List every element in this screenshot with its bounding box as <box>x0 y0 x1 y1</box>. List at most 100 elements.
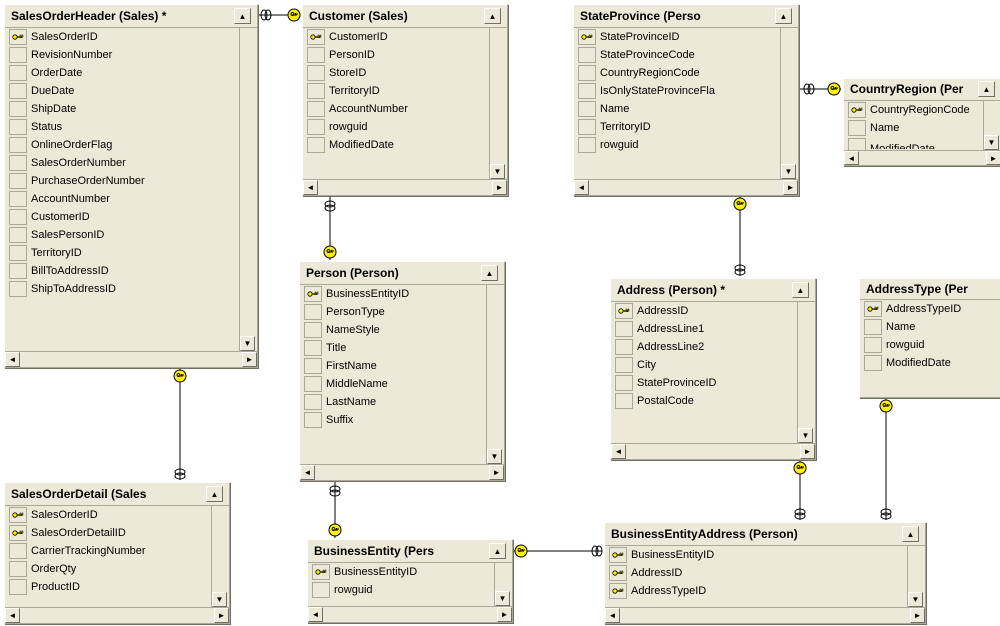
column-row[interactable]: StoreID <box>305 64 489 82</box>
column-row[interactable]: Name <box>576 100 780 118</box>
scroll-right-button[interactable]: ► <box>497 607 512 622</box>
column-row[interactable]: OnlineOrderFlag <box>7 136 239 154</box>
horizontal-scrollbar[interactable]: ◄► <box>574 179 798 195</box>
scroll-track[interactable] <box>20 608 214 623</box>
scroll-left-button[interactable]: ◄ <box>303 180 318 195</box>
table-title[interactable]: SalesOrderHeader (Sales) *▲ <box>5 5 257 28</box>
scroll-right-button[interactable]: ► <box>489 465 504 480</box>
column-row[interactable]: TerritoryID <box>305 82 489 100</box>
column-row[interactable]: RevisionNumber <box>7 46 239 64</box>
vertical-scrollbar[interactable]: ▼ <box>211 506 227 607</box>
scroll-track[interactable] <box>323 607 497 622</box>
column-row[interactable]: NameStyle <box>302 321 486 339</box>
column-row[interactable]: ModifiedDate <box>846 137 983 151</box>
column-row[interactable]: OrderQty <box>7 560 211 578</box>
table-addresstype[interactable]: AddressType (PerAddressTypeIDNamerowguid… <box>859 278 1000 398</box>
horizontal-scrollbar[interactable]: ◄► <box>300 464 504 480</box>
column-row[interactable]: AddressID <box>613 302 797 320</box>
horizontal-scrollbar[interactable]: ◄► <box>5 607 229 623</box>
horizontal-scrollbar[interactable]: ◄► <box>308 606 512 622</box>
column-row[interactable]: BusinessEntityID <box>607 546 907 564</box>
table-title[interactable]: BusinessEntityAddress (Person)▲ <box>605 523 925 546</box>
scroll-down-button[interactable]: ▼ <box>495 591 510 606</box>
column-row[interactable]: Name <box>846 119 983 137</box>
table-title[interactable]: Person (Person)▲ <box>300 262 504 285</box>
horizontal-scrollbar[interactable]: ◄► <box>605 607 925 623</box>
scroll-track[interactable] <box>626 444 800 459</box>
scroll-right-button[interactable]: ► <box>910 608 925 623</box>
table-title[interactable]: Address (Person) *▲ <box>611 279 815 302</box>
horizontal-scrollbar[interactable]: ◄► <box>303 179 507 195</box>
column-row[interactable]: CustomerID <box>7 208 239 226</box>
column-row[interactable]: PersonID <box>305 46 489 64</box>
column-row[interactable]: rowguid <box>576 136 780 154</box>
column-row[interactable]: CustomerID <box>305 28 489 46</box>
scroll-up-button[interactable]: ▲ <box>489 543 506 559</box>
column-row[interactable]: TerritoryID <box>576 118 780 136</box>
column-row[interactable]: StateProvinceID <box>576 28 780 46</box>
scroll-right-button[interactable]: ► <box>783 180 798 195</box>
scroll-right-button[interactable]: ► <box>214 608 229 623</box>
column-row[interactable]: PurchaseOrderNumber <box>7 172 239 190</box>
table-address[interactable]: Address (Person) *▲AddressIDAddressLine1… <box>610 278 816 460</box>
scroll-track[interactable] <box>315 465 489 480</box>
column-row[interactable]: BusinessEntityID <box>310 563 494 581</box>
column-row[interactable]: IsOnlyStateProvinceFla <box>576 82 780 100</box>
scroll-down-button[interactable]: ▼ <box>240 336 255 351</box>
vertical-scrollbar[interactable]: ▼ <box>983 101 999 151</box>
column-row[interactable]: ShipToAddressID <box>7 280 239 298</box>
scroll-up-button[interactable]: ▲ <box>481 265 498 281</box>
column-row[interactable]: Status <box>7 118 239 136</box>
column-row[interactable]: PostalCode <box>613 392 797 410</box>
vertical-scrollbar[interactable]: ▼ <box>489 28 505 179</box>
column-row[interactable]: ModifiedDate <box>862 354 999 372</box>
scroll-left-button[interactable]: ◄ <box>574 180 589 195</box>
scroll-left-button[interactable]: ◄ <box>605 608 620 623</box>
column-row[interactable]: Name <box>862 318 999 336</box>
scroll-up-button[interactable]: ▲ <box>484 8 501 24</box>
table-title[interactable]: SalesOrderDetail (Sales▲ <box>5 483 229 506</box>
column-row[interactable]: OrderDate <box>7 64 239 82</box>
column-row[interactable]: AddressTypeID <box>607 582 907 600</box>
vertical-scrollbar[interactable]: ▼ <box>780 28 796 179</box>
column-row[interactable]: BillToAddressID <box>7 262 239 280</box>
scroll-left-button[interactable]: ◄ <box>300 465 315 480</box>
column-row[interactable]: rowguid <box>305 118 489 136</box>
column-row[interactable]: BusinessEntityID <box>302 285 486 303</box>
scroll-down-button[interactable]: ▼ <box>781 164 796 179</box>
column-row[interactable]: SalesOrderID <box>7 506 211 524</box>
column-row[interactable]: SalesOrderDetailID <box>7 524 211 542</box>
vertical-scrollbar[interactable]: ▼ <box>239 28 255 351</box>
table-salesorderheader[interactable]: SalesOrderHeader (Sales) *▲SalesOrderIDR… <box>4 4 258 368</box>
vertical-scrollbar[interactable]: ▼ <box>797 302 813 443</box>
column-row[interactable]: City <box>613 356 797 374</box>
scroll-track[interactable] <box>318 180 492 195</box>
scroll-track[interactable] <box>20 352 242 367</box>
column-row[interactable]: DueDate <box>7 82 239 100</box>
table-title[interactable]: AddressType (Per <box>860 279 1000 300</box>
table-salesorderdetail[interactable]: SalesOrderDetail (Sales▲SalesOrderIDSale… <box>4 482 230 624</box>
column-row[interactable]: rowguid <box>310 581 494 599</box>
scroll-left-button[interactable]: ◄ <box>5 352 20 367</box>
scroll-down-button[interactable]: ▼ <box>984 135 999 150</box>
column-row[interactable]: AccountNumber <box>305 100 489 118</box>
column-row[interactable]: TerritoryID <box>7 244 239 262</box>
scroll-down-button[interactable]: ▼ <box>798 428 813 443</box>
column-row[interactable]: rowguid <box>862 336 999 354</box>
column-row[interactable]: StateProvinceCode <box>576 46 780 64</box>
scroll-track[interactable] <box>859 151 986 165</box>
column-row[interactable]: CarrierTrackingNumber <box>7 542 211 560</box>
column-row[interactable]: AccountNumber <box>7 190 239 208</box>
table-stateprovince[interactable]: StateProvince (Perso▲StateProvinceIDStat… <box>573 4 799 196</box>
column-row[interactable]: ProductID <box>7 578 211 596</box>
scroll-up-button[interactable]: ▲ <box>978 81 995 97</box>
table-businessentity[interactable]: BusinessEntity (Pers▲BusinessEntityIDrow… <box>307 539 513 623</box>
column-row[interactable]: MiddleName <box>302 375 486 393</box>
scroll-down-button[interactable]: ▼ <box>490 164 505 179</box>
scroll-track[interactable] <box>620 608 910 623</box>
column-row[interactable]: AddressID <box>607 564 907 582</box>
column-row[interactable]: SalesPersonID <box>7 226 239 244</box>
column-row[interactable]: AddressTypeID <box>862 300 999 318</box>
scroll-down-button[interactable]: ▼ <box>908 592 923 607</box>
scroll-right-button[interactable]: ► <box>492 180 507 195</box>
